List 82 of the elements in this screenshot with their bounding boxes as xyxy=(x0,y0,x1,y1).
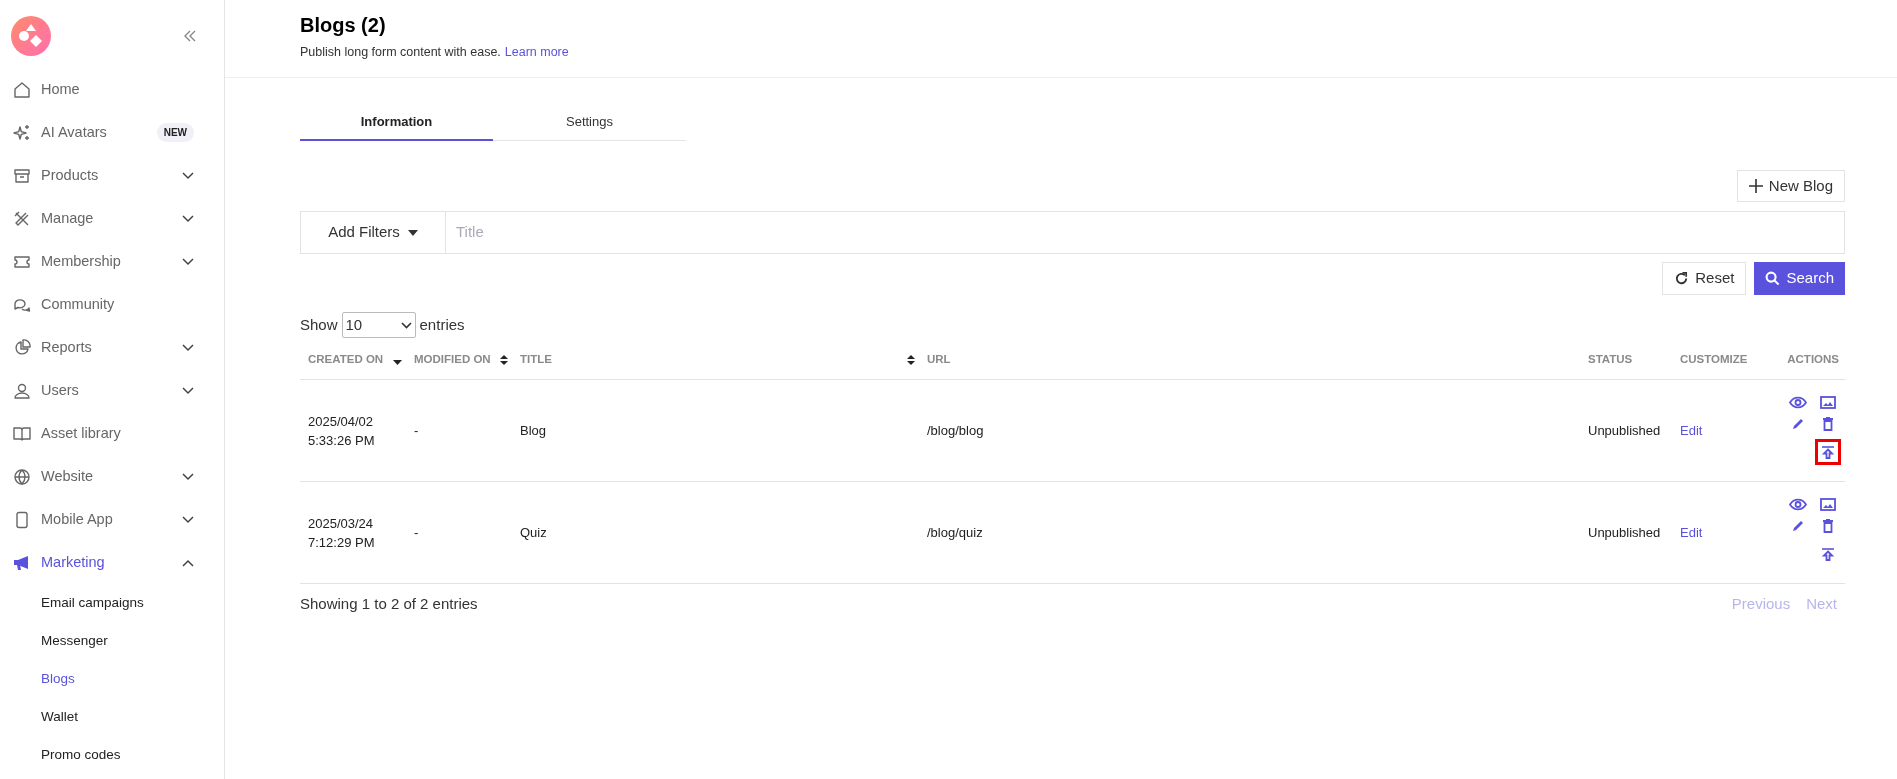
sidebar-subitem[interactable]: Promo codes xyxy=(0,736,224,774)
created-date: 2025/04/02 xyxy=(308,412,375,431)
table-cell: - xyxy=(414,422,419,438)
column-header: CUSTOMIZE xyxy=(1680,351,1748,367)
image-icon[interactable] xyxy=(1820,498,1836,511)
table-cell: Unpublished xyxy=(1588,422,1661,438)
add-filters-button[interactable]: Add Filters xyxy=(300,211,446,254)
column-header: TITLE xyxy=(520,351,552,367)
tab[interactable]: Settings xyxy=(493,105,686,141)
image-icon[interactable] xyxy=(1820,396,1836,409)
sidebar-item[interactable]: Home xyxy=(0,68,224,111)
sidebar-item[interactable]: Membership xyxy=(0,240,224,283)
page-size-select[interactable]: 10 xyxy=(341,312,416,338)
pencil-icon[interactable] xyxy=(1791,417,1805,431)
reset-button[interactable]: Reset xyxy=(1662,262,1747,295)
table-cell: /blog/blog xyxy=(927,422,984,438)
tools-icon xyxy=(13,209,31,228)
sidebar-item[interactable]: Community xyxy=(0,283,224,326)
sort-descending-icon[interactable] xyxy=(393,360,402,365)
sidebar-subitem[interactable]: Messenger xyxy=(0,622,224,660)
sort-icon[interactable] xyxy=(500,354,508,365)
search-icon xyxy=(1765,271,1781,286)
learn-more-link[interactable]: Learn more xyxy=(504,43,569,62)
sidebar-subitem[interactable]: Email campaigns xyxy=(0,584,224,622)
sidebar-item[interactable]: Mobile App xyxy=(0,498,224,541)
eye-icon[interactable] xyxy=(1789,396,1807,409)
column-header: ACTIONS xyxy=(1787,351,1839,367)
publish-icon[interactable] xyxy=(1822,547,1834,561)
phone-icon xyxy=(13,510,31,529)
table-cell: Blog xyxy=(520,422,547,438)
table-cell: Quiz xyxy=(520,524,547,540)
pencil-icon[interactable] xyxy=(1791,519,1805,533)
created-date: 2025/03/24 xyxy=(308,514,375,533)
page-subtitle: Publish long form content with ease. xyxy=(300,44,501,61)
column-header: STATUS xyxy=(1588,351,1633,367)
trash-icon[interactable] xyxy=(1822,519,1834,533)
user-icon xyxy=(13,381,31,400)
plus-icon xyxy=(1748,179,1763,193)
sidebar-item[interactable]: Users xyxy=(0,369,224,412)
entries-label: entries xyxy=(419,314,465,335)
globe-icon xyxy=(13,467,31,486)
created-time: 5:33:26 PM xyxy=(308,431,376,450)
sparkles-icon xyxy=(13,123,31,142)
show-label: Show xyxy=(300,314,338,335)
sidebar-item[interactable]: Manage xyxy=(0,197,224,240)
sidebar-item[interactable]: Marketing xyxy=(0,541,224,584)
megaphone-icon xyxy=(13,553,31,572)
refresh-icon xyxy=(1674,271,1690,286)
publish-icon[interactable] xyxy=(1822,445,1834,459)
archive-box-icon xyxy=(13,166,31,185)
column-header: CREATED ON xyxy=(308,351,384,367)
search-button[interactable]: Search xyxy=(1754,262,1845,295)
sidebar-item[interactable]: AI Avatars NEW xyxy=(0,111,224,154)
sidebar-item[interactable]: Website xyxy=(0,455,224,498)
book-icon xyxy=(13,424,31,443)
column-header: MODIFIED ON xyxy=(414,351,491,367)
page-title: Blogs (2) xyxy=(300,13,387,38)
pie-chart-icon xyxy=(13,338,31,357)
new-badge: NEW xyxy=(156,123,194,142)
trash-icon[interactable] xyxy=(1822,417,1834,431)
chevron-down-icon xyxy=(400,321,412,329)
home-icon xyxy=(13,80,31,99)
new-blog-button[interactable]: New Blog xyxy=(1736,170,1845,202)
eye-icon[interactable] xyxy=(1789,498,1807,511)
logo-icon xyxy=(11,15,51,56)
sidebar-item[interactable]: Asset library xyxy=(0,412,224,455)
created-time: 7:12:29 PM xyxy=(308,533,376,552)
tab[interactable]: Information xyxy=(300,105,493,141)
table-cell: /blog/quiz xyxy=(927,524,983,540)
table-cell: Unpublished xyxy=(1588,524,1661,540)
sidebar-item[interactable]: Products xyxy=(0,154,224,197)
sort-icon[interactable] xyxy=(907,354,915,365)
column-header: URL xyxy=(927,351,951,367)
sidebar-item[interactable]: Reports xyxy=(0,326,224,369)
caret-down-icon xyxy=(407,229,418,236)
entries-summary: Showing 1 to 2 of 2 entries xyxy=(300,594,478,614)
sidebar-subitem[interactable]: Blogs xyxy=(0,660,224,698)
title-search-field[interactable]: Title xyxy=(446,211,1845,254)
table-cell: - xyxy=(414,524,419,540)
sidebar-subitem[interactable]: Wallet xyxy=(0,698,224,736)
edit-link[interactable]: Edit xyxy=(1680,524,1703,540)
edit-link[interactable]: Edit xyxy=(1680,422,1703,438)
